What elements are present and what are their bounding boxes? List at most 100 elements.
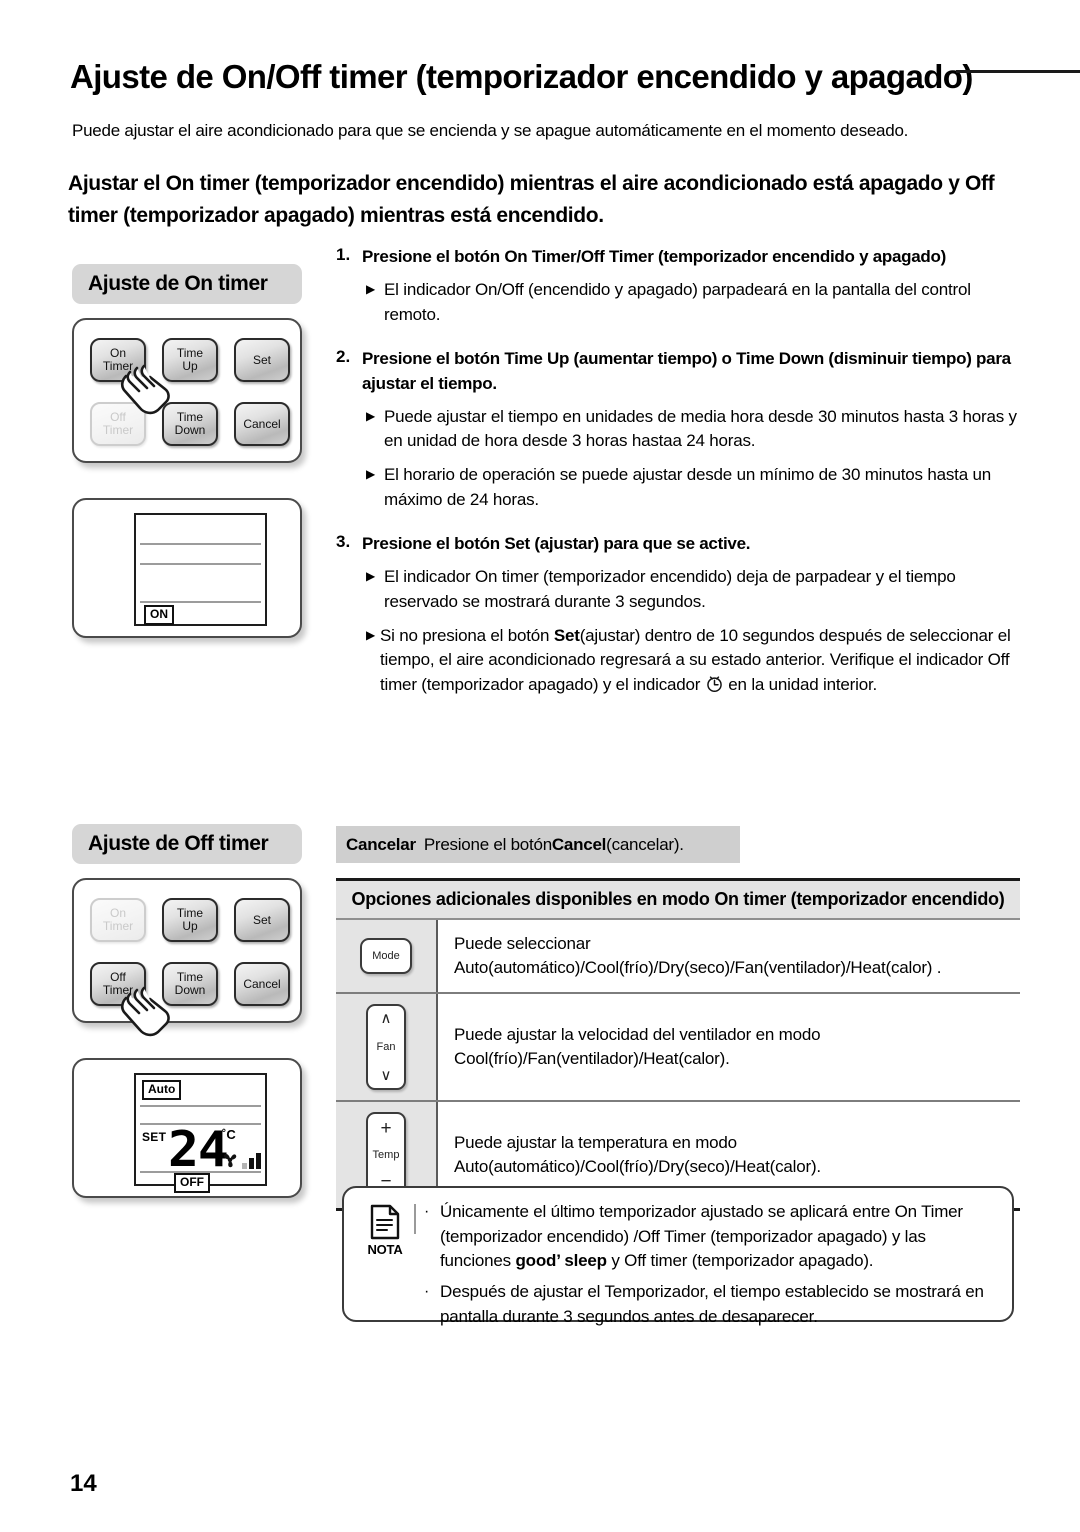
bullet-text-part3: en la unidad interior.	[723, 674, 877, 694]
on-timer-lcd-figure: ON	[72, 498, 302, 638]
bullet-marker: ▶	[366, 282, 376, 297]
note-box: NOTA · Únicamente el último temporizador…	[342, 1186, 1014, 1326]
bullet-text: El indicador On timer (temporizador ence…	[384, 567, 956, 611]
step-1-bullet-1: ▶ El indicador On/Off (encendido y apaga…	[366, 278, 1026, 327]
off-timer-figure-caption: Ajuste de Off timer	[72, 824, 302, 864]
page-title: Ajuste de On/Off timer (temporizador enc…	[70, 58, 973, 95]
on-timer-button-off-timer[interactable]: Off Timer	[90, 402, 146, 446]
bullet-marker: ▶	[366, 408, 376, 423]
button-label-line1: Set	[252, 912, 271, 927]
options-row-description: Puede seleccionar Auto(automático)/Cool(…	[438, 920, 1020, 993]
lcd-divider-line	[140, 543, 261, 545]
button-label-line2: Timer	[102, 423, 134, 437]
bullet-text: El indicador On/Off (encendido y apagado…	[384, 280, 971, 324]
fan-icon	[223, 1154, 237, 1168]
lcd-off-indicator: OFF	[174, 1173, 210, 1193]
bullet-text-composite: Si no presiona el botón Set(ajustar) den…	[380, 624, 1026, 698]
button-label-line2: Timer	[102, 919, 134, 933]
key-label: Mode	[372, 950, 400, 963]
button-label-line2: Up	[182, 919, 198, 933]
off-timer-remote-panel: On Timer Time Up Set Off Timer Time Down…	[72, 878, 302, 1037]
step-text: Presione el botón Set (ajustar) para que…	[362, 534, 751, 554]
cancel-instruction-strip: Cancelar Presione el botón Cancel (cancel…	[336, 826, 740, 863]
on-timer-remote-panel: On Timer Time Up Set Off Timer Time Down…	[72, 318, 302, 463]
cancel-text-after: (cancelar).	[606, 834, 684, 854]
off-timer-lcd-figure: Auto SET 24 ˚C OFF	[72, 1058, 302, 1198]
note-text: Después de ajustar el Temporizador, el t…	[440, 1281, 984, 1326]
off-timer-button-off-timer[interactable]: Off Timer	[90, 962, 146, 1006]
bullet-dot: ·	[424, 1203, 430, 1220]
on-timer-button-time-down[interactable]: Time Down	[162, 402, 218, 446]
note-text-composite: Únicamente el último temporizador ajusta…	[440, 1200, 998, 1274]
bullet-marker: ▶	[366, 569, 376, 584]
step-number: 1.	[336, 245, 351, 264]
section-heading: Ajustar el On timer (temporizador encend…	[68, 172, 995, 227]
options-row-description: Puede ajustar la velocidad del ventilado…	[438, 994, 1020, 1101]
bullet-text: El horario de operación se puede ajustar…	[384, 464, 991, 509]
title-rule	[956, 70, 1080, 73]
button-label-line2: Up	[182, 359, 198, 373]
step-2-bullet-2: ▶ El horario de operación se puede ajust…	[366, 463, 1026, 512]
button-label-line2: Down	[174, 983, 206, 997]
on-timer-button-cancel[interactable]: Cancel	[234, 402, 290, 446]
table-row: Mode Puede seleccionar Auto(automático)/…	[336, 920, 1020, 995]
note-item-1: · Únicamente el último temporizador ajus…	[424, 1200, 998, 1274]
note-text-part2: y Off timer (temporizador apagado).	[606, 1251, 874, 1271]
instruction-steps: 1. Presione el botón On Timer/Off Timer …	[336, 245, 1026, 698]
on-timer-button-set[interactable]: Set	[234, 338, 290, 382]
note-icon-wrap: NOTA	[356, 1200, 414, 1308]
timer-clock-icon	[706, 676, 722, 692]
off-timer-button-set[interactable]: Set	[234, 898, 290, 942]
options-row-icon-cell: ∧ Fan ∨	[336, 994, 438, 1101]
lcd-divider-line	[140, 601, 261, 603]
button-label-line1: Cancel	[243, 416, 281, 431]
step-number: 2.	[336, 347, 351, 367]
off-timer-button-cancel[interactable]: Cancel	[234, 962, 290, 1006]
on-timer-lcd-screen: ON	[134, 513, 267, 626]
additional-options-table: Opciones adicionales disponibles en modo…	[336, 878, 1020, 1212]
cancel-label: Cancelar	[346, 834, 416, 854]
note-label: NOTA	[367, 1242, 403, 1257]
mode-key-icon[interactable]: Mode	[360, 938, 412, 975]
on-timer-button-time-up[interactable]: Time Up	[162, 338, 218, 382]
bullet-dot: ·	[424, 1282, 430, 1300]
options-table-header: Opciones adicionales disponibles en modo…	[336, 878, 1020, 920]
cancel-button-name: Cancel	[551, 834, 607, 854]
off-timer-button-time-down[interactable]: Time Down	[162, 962, 218, 1006]
chevron-up-icon: ∧	[380, 1010, 392, 1028]
step-2: 2. Presione el botón Time Up (aumentar t…	[336, 347, 1026, 395]
plus-icon: +	[380, 1118, 392, 1140]
lcd-temperature-unit: ˚C	[222, 1127, 236, 1142]
on-timer-button-on-timer[interactable]: On Timer	[90, 338, 146, 382]
step-1: 1. Presione el botón On Timer/Off Timer …	[336, 245, 1026, 269]
bullet-marker: ▶	[366, 466, 376, 481]
key-label: Temp	[372, 1149, 400, 1162]
lcd-divider-line	[140, 1105, 261, 1107]
button-label-line1: Cancel	[243, 976, 281, 991]
lcd-mode-indicator: Auto	[142, 1080, 182, 1100]
bullet-text: Puede ajustar el tiempo en unidades de m…	[384, 406, 1017, 451]
off-timer-button-time-up[interactable]: Time Up	[162, 898, 218, 942]
bullet-text-part1: Si no presiona el botón	[380, 625, 554, 645]
lcd-on-indicator: ON	[144, 605, 174, 625]
step-3-bullet-1: ▶ El indicador On timer (temporizador en…	[366, 565, 1026, 614]
button-label-line1: Set	[252, 352, 271, 367]
lcd-divider-line	[140, 563, 261, 565]
step-number: 3.	[336, 532, 351, 552]
step-2-bullet-1: ▶ Puede ajustar el tiempo en unidades de…	[366, 405, 1026, 454]
fan-key-icon[interactable]: ∧ Fan ∨	[366, 1004, 406, 1091]
button-label-line2: Timer	[102, 983, 134, 997]
step-text: Presione el botón On Timer/Off Timer (te…	[362, 247, 947, 266]
note-divider	[414, 1204, 416, 1234]
intro-paragraph: Puede ajustar el aire acondicionado para…	[72, 121, 909, 140]
fan-speed-bars	[242, 1153, 261, 1169]
lcd-temperature-value: 24	[168, 1121, 229, 1178]
off-timer-button-on-timer[interactable]: On Timer	[90, 898, 146, 942]
note-list: · Únicamente el último temporizador ajus…	[424, 1200, 998, 1326]
chevron-down-icon: ∨	[380, 1067, 392, 1085]
page-number: 14	[70, 1470, 97, 1497]
cancel-text-before: Presione el botón	[423, 834, 552, 854]
on-timer-figure-caption: Ajuste de On timer	[72, 264, 302, 304]
